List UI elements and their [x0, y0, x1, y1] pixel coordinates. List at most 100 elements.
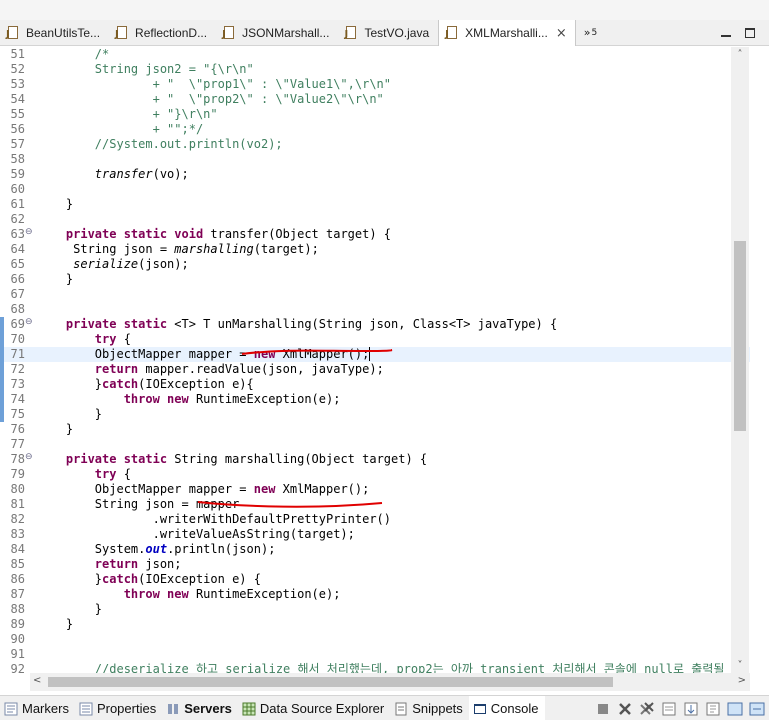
code-line: 52 String json2 = "{\r\n"	[0, 62, 750, 77]
close-tab-icon[interactable]: ×	[556, 26, 567, 41]
code-line: 62	[0, 212, 750, 227]
line-number: 61	[10, 197, 25, 211]
line-number: 82	[10, 512, 25, 526]
line-number: 71	[10, 347, 25, 361]
fold-toggle-icon[interactable]: ⊖	[25, 227, 33, 237]
code-line: 92 //deserialize 하고 serialize 해서 처리했는데, …	[0, 662, 750, 673]
code-line: 68	[0, 302, 750, 317]
code-line: 76 }	[0, 422, 750, 437]
java-file-icon: J	[445, 26, 459, 40]
code-text: }catch(IOException e) {	[37, 572, 261, 587]
scroll-up-icon[interactable]: ˄	[734, 49, 746, 60]
code-line: 90	[0, 632, 750, 647]
code-token: //System.out.println(vo2);	[37, 137, 283, 151]
line-number: 62	[10, 212, 25, 226]
fold-toggle-icon[interactable]: ⊖	[25, 452, 33, 462]
editor-tab-2[interactable]: J JSONMarshall...	[216, 20, 338, 46]
editor-tab-1[interactable]: J ReflectionD...	[109, 20, 216, 46]
scroll-down-icon[interactable]: ˅	[734, 660, 746, 671]
code-token: transfer(Object target) {	[203, 227, 392, 241]
change-marker	[0, 407, 4, 422]
code-text: }	[37, 407, 102, 422]
code-text: + " \"prop1\" : \"Value1\",\r\n"	[37, 77, 391, 92]
minimize-icon[interactable]	[721, 35, 731, 37]
view-tab-data-source[interactable]: Data Source Explorer	[238, 696, 390, 722]
code-token: XmlMapper();	[275, 482, 370, 496]
editor-tab-0[interactable]: J BeanUtilsTe...	[0, 20, 109, 46]
line-number: 83	[10, 527, 25, 541]
view-tab-console[interactable]: Console	[468, 695, 545, 722]
line-number: 53	[10, 77, 25, 91]
view-tab-label: Snippets	[412, 701, 463, 716]
line-number: 52	[10, 62, 25, 76]
open-console-icon[interactable]	[749, 701, 765, 717]
code-token: (IOException e){	[138, 377, 254, 391]
code-token: .writeValueAsString(target);	[37, 527, 355, 541]
code-line: 65 serialize(json);	[0, 257, 750, 272]
remove-launch-icon[interactable]	[617, 701, 633, 717]
code-line: 67	[0, 287, 750, 302]
code-line: 74 throw new RuntimeException(e);	[0, 392, 750, 407]
remove-all-terminated-icon[interactable]	[639, 701, 655, 717]
horizontal-scrollbar[interactable]: < >	[30, 673, 750, 691]
line-number: 55	[10, 107, 25, 121]
code-line: 87 throw new RuntimeException(e);	[0, 587, 750, 602]
fold-toggle-icon[interactable]: ⊖	[25, 317, 33, 327]
line-number: 90	[10, 632, 25, 646]
code-line: 54 + " \"prop2\" : \"Value2\"\r\n"	[0, 92, 750, 107]
code-token: private static	[65, 452, 168, 466]
view-tab-servers[interactable]: Servers	[162, 696, 238, 722]
scroll-right-icon[interactable]: >	[738, 675, 746, 686]
code-token: return	[94, 557, 139, 571]
display-console-icon[interactable]	[727, 701, 743, 717]
maximize-icon[interactable]	[745, 28, 755, 38]
code-editor[interactable]: 51 /* 52 String json2 = "{\r\n" 53 + " \"p…	[0, 47, 750, 673]
line-number: 80	[10, 482, 25, 496]
line-number: 76	[10, 422, 25, 436]
code-line: 77	[0, 437, 750, 452]
view-tab-label: Console	[490, 701, 539, 716]
change-marker	[0, 392, 4, 407]
code-token: transfer	[94, 167, 153, 181]
line-number: 54	[10, 92, 25, 106]
code-token: ObjectMapper mapper =	[37, 482, 254, 496]
editor-tab-4[interactable]: J XMLMarshalli... ×	[438, 20, 576, 46]
view-tab-snippets[interactable]: Snippets	[390, 696, 469, 722]
editor-tab-3[interactable]: J TestVO.java	[338, 20, 438, 46]
tab-overflow-button[interactable]: » 5	[576, 20, 605, 45]
terminate-icon[interactable]	[595, 701, 611, 717]
properties-icon	[79, 702, 93, 716]
code-token: + "";*/	[37, 122, 204, 136]
code-line: 64 String json = marshalling(target);	[0, 242, 750, 257]
java-file-icon: J	[6, 26, 20, 40]
vertical-scrollbar[interactable]: ˄ ˅	[731, 47, 749, 673]
red-underline-stroke-2	[197, 501, 383, 508]
overflow-chevron-icon: »	[583, 26, 591, 39]
line-number: 91	[10, 647, 25, 661]
java-file-icon: J	[344, 26, 358, 40]
scroll-left-icon[interactable]: <	[33, 675, 41, 686]
scroll-lock-icon[interactable]	[683, 701, 699, 717]
view-tab-markers[interactable]: Markers	[0, 696, 75, 722]
code-text: }	[37, 197, 73, 212]
servers-icon	[166, 702, 180, 716]
pin-console-icon[interactable]	[705, 701, 721, 717]
code-text: .writerWithDefaultPrettyPrinter()	[37, 512, 391, 527]
vertical-scroll-thumb[interactable]	[734, 241, 746, 431]
horizontal-scroll-thumb[interactable]	[48, 677, 613, 687]
clear-console-icon[interactable]	[661, 701, 677, 717]
code-token: }	[37, 272, 74, 286]
change-marker	[0, 362, 4, 377]
line-number: 59	[10, 167, 25, 181]
code-token: (IOException e) {	[138, 572, 261, 586]
code-text: private static <T> T unMarshalling(Strin…	[37, 317, 557, 332]
code-line: 86 }catch(IOException e) {	[0, 572, 750, 587]
editor-tab-label: JSONMarshall...	[242, 26, 330, 40]
view-tab-properties[interactable]: Properties	[75, 696, 162, 722]
code-token: serialize	[73, 257, 139, 271]
line-number: 60	[10, 182, 25, 196]
code-line: 61 }	[0, 197, 750, 212]
